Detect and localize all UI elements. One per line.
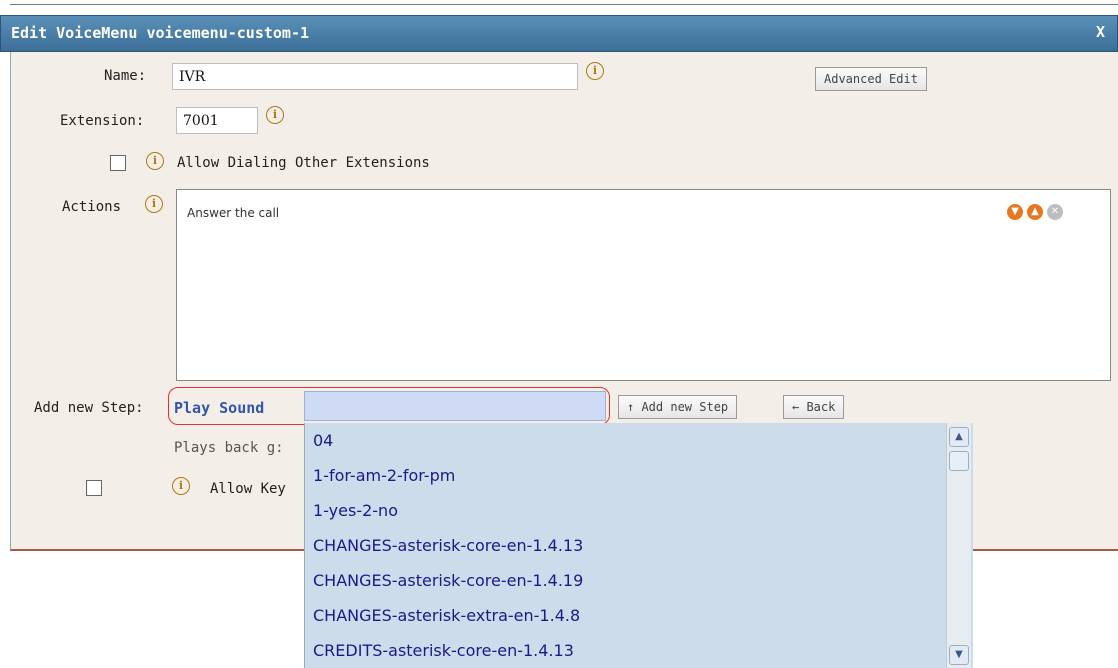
scroll-down-icon[interactable]: ▼: [949, 645, 969, 665]
extension-label: Extension:: [60, 113, 145, 129]
info-icon[interactable]: i: [172, 477, 190, 495]
list-item[interactable]: CHANGES-asterisk-extra-en-1.4.8: [313, 606, 580, 625]
top-divider: [10, 4, 1118, 5]
allow-key-label: Allow Key: [210, 481, 286, 497]
allow-dialing-label: Allow Dialing Other Extensions: [177, 155, 430, 171]
allow-key-checkbox[interactable]: [86, 480, 102, 496]
add-new-step-button[interactable]: ↑ Add new Step: [618, 395, 738, 419]
advanced-edit-button[interactable]: Advanced Edit: [815, 67, 927, 91]
dialog-title: Edit VoiceMenu voicemenu-custom-1: [11, 24, 310, 42]
sound-select-input[interactable]: [304, 391, 606, 421]
actions-label: Actions: [62, 199, 122, 215]
list-item[interactable]: 1-yes-2-no: [313, 501, 398, 520]
plays-back-description: Plays back g:: [174, 440, 284, 456]
delete-icon[interactable]: ✕: [1047, 204, 1063, 220]
scroll-up-icon[interactable]: ▲: [949, 427, 969, 447]
info-icon[interactable]: i: [145, 195, 163, 213]
sound-dropdown-list[interactable]: 04 1-for-am-2-for-pm 1-yes-2-no CHANGES-…: [304, 423, 973, 668]
allow-dialing-checkbox[interactable]: [110, 155, 126, 171]
move-down-icon[interactable]: ▼: [1007, 204, 1023, 220]
name-label: Name:: [104, 68, 147, 84]
info-icon[interactable]: i: [266, 106, 284, 124]
actions-list: Answer the call ▼ ▲ ✕: [176, 189, 1111, 381]
add-step-label: Add new Step:: [34, 400, 144, 416]
extension-input[interactable]: [176, 107, 258, 134]
scrollbar-thumb[interactable]: [949, 451, 969, 471]
step-type-label: Play Sound: [174, 399, 265, 417]
list-item[interactable]: CHANGES-asterisk-core-en-1.4.13: [313, 536, 583, 555]
info-icon[interactable]: i: [586, 62, 604, 80]
close-button[interactable]: X: [1096, 23, 1105, 41]
list-item[interactable]: 1-for-am-2-for-pm: [313, 466, 455, 485]
info-icon[interactable]: i: [146, 152, 164, 170]
list-item[interactable]: CREDITS-asterisk-core-en-1.4.13: [313, 641, 574, 660]
dropdown-scrollbar[interactable]: ▲ ▼: [946, 423, 971, 668]
dialog-titlebar[interactable]: Edit VoiceMenu voicemenu-custom-1 X: [0, 15, 1118, 52]
move-up-icon[interactable]: ▲: [1027, 204, 1043, 220]
back-button[interactable]: ← Back: [783, 395, 845, 419]
name-input[interactable]: [172, 63, 578, 90]
list-item[interactable]: CHANGES-asterisk-core-en-1.4.19: [313, 571, 583, 590]
action-item-text: Answer the call: [187, 206, 280, 220]
list-item[interactable]: 04: [313, 431, 333, 450]
